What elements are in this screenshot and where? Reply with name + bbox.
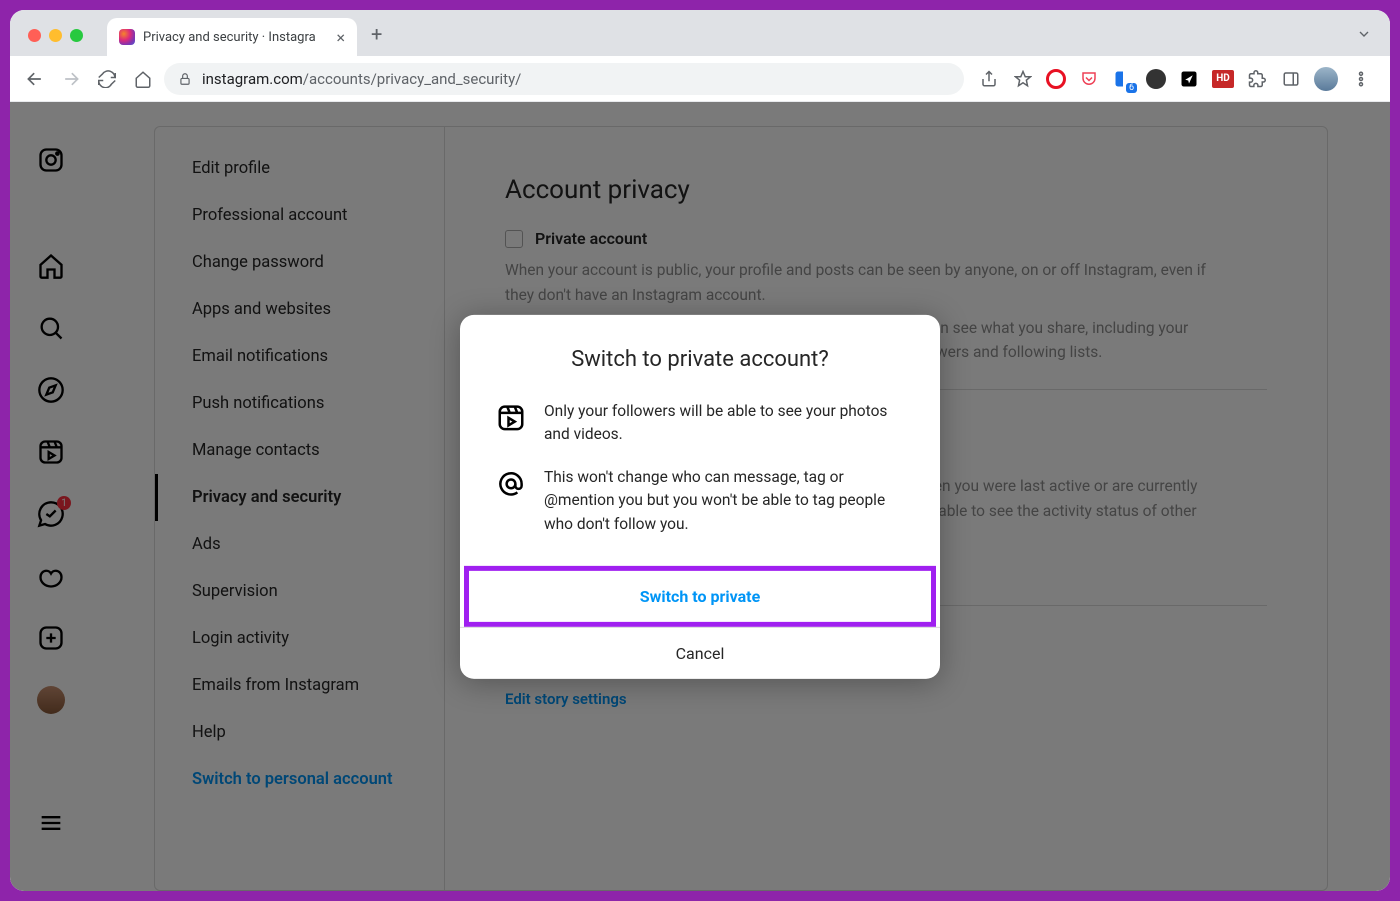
extension-icon-send[interactable] <box>1178 68 1200 90</box>
url-path: /accounts/privacy_and_security/ <box>303 70 522 88</box>
home-button[interactable] <box>128 64 158 94</box>
profile-avatar[interactable] <box>1314 67 1338 91</box>
dialog-line-1: Only your followers will be able to see … <box>544 399 904 446</box>
browser-tabbar: Privacy and security · Instagra × + <box>10 10 1390 56</box>
window-controls[interactable] <box>28 29 83 42</box>
share-icon[interactable] <box>978 68 1000 90</box>
dialog-title: Switch to private account? <box>460 314 940 389</box>
highlight-annotation: Switch to private <box>464 566 936 627</box>
address-bar[interactable]: instagram.com/accounts/privacy_and_secur… <box>164 63 964 95</box>
reload-button[interactable] <box>92 64 122 94</box>
forward-button[interactable] <box>56 64 86 94</box>
opera-extension-icon[interactable] <box>1046 69 1066 89</box>
instagram-favicon <box>119 29 135 45</box>
extensions-bar: 6 HD <box>970 67 1380 91</box>
sidepanel-icon[interactable] <box>1280 68 1302 90</box>
close-tab-icon[interactable]: × <box>336 28 345 47</box>
browser-toolbar: instagram.com/accounts/privacy_and_secur… <box>10 56 1390 102</box>
extension-icon-hd[interactable]: HD <box>1212 70 1234 88</box>
mention-icon <box>496 469 526 499</box>
extension-icon-ninja[interactable] <box>1146 69 1166 89</box>
dialog-line-2: This won't change who can message, tag o… <box>544 466 904 536</box>
reels-icon <box>496 402 526 432</box>
bookmark-star-icon[interactable] <box>1012 68 1034 90</box>
extension-icon-blue[interactable]: 6 <box>1112 68 1134 90</box>
url-host: instagram.com <box>202 70 303 88</box>
new-tab-button[interactable]: + <box>357 22 396 56</box>
minimize-window-icon[interactable] <box>49 29 62 42</box>
tabs-dropdown-icon[interactable] <box>1356 26 1372 46</box>
lock-icon <box>178 72 192 86</box>
close-window-icon[interactable] <box>28 29 41 42</box>
switch-private-dialog: Switch to private account? Only your fol… <box>460 314 940 678</box>
tab-title: Privacy and security · Instagra <box>143 30 316 45</box>
browser-tab[interactable]: Privacy and security · Instagra × <box>107 18 357 56</box>
maximize-window-icon[interactable] <box>70 29 83 42</box>
pocket-extension-icon[interactable] <box>1078 68 1100 90</box>
chrome-menu-icon[interactable] <box>1350 68 1372 90</box>
back-button[interactable] <box>20 64 50 94</box>
switch-to-private-button[interactable]: Switch to private <box>469 571 931 622</box>
extensions-puzzle-icon[interactable] <box>1246 68 1268 90</box>
cancel-button[interactable]: Cancel <box>460 627 940 679</box>
extension-badge: 6 <box>1126 83 1137 93</box>
